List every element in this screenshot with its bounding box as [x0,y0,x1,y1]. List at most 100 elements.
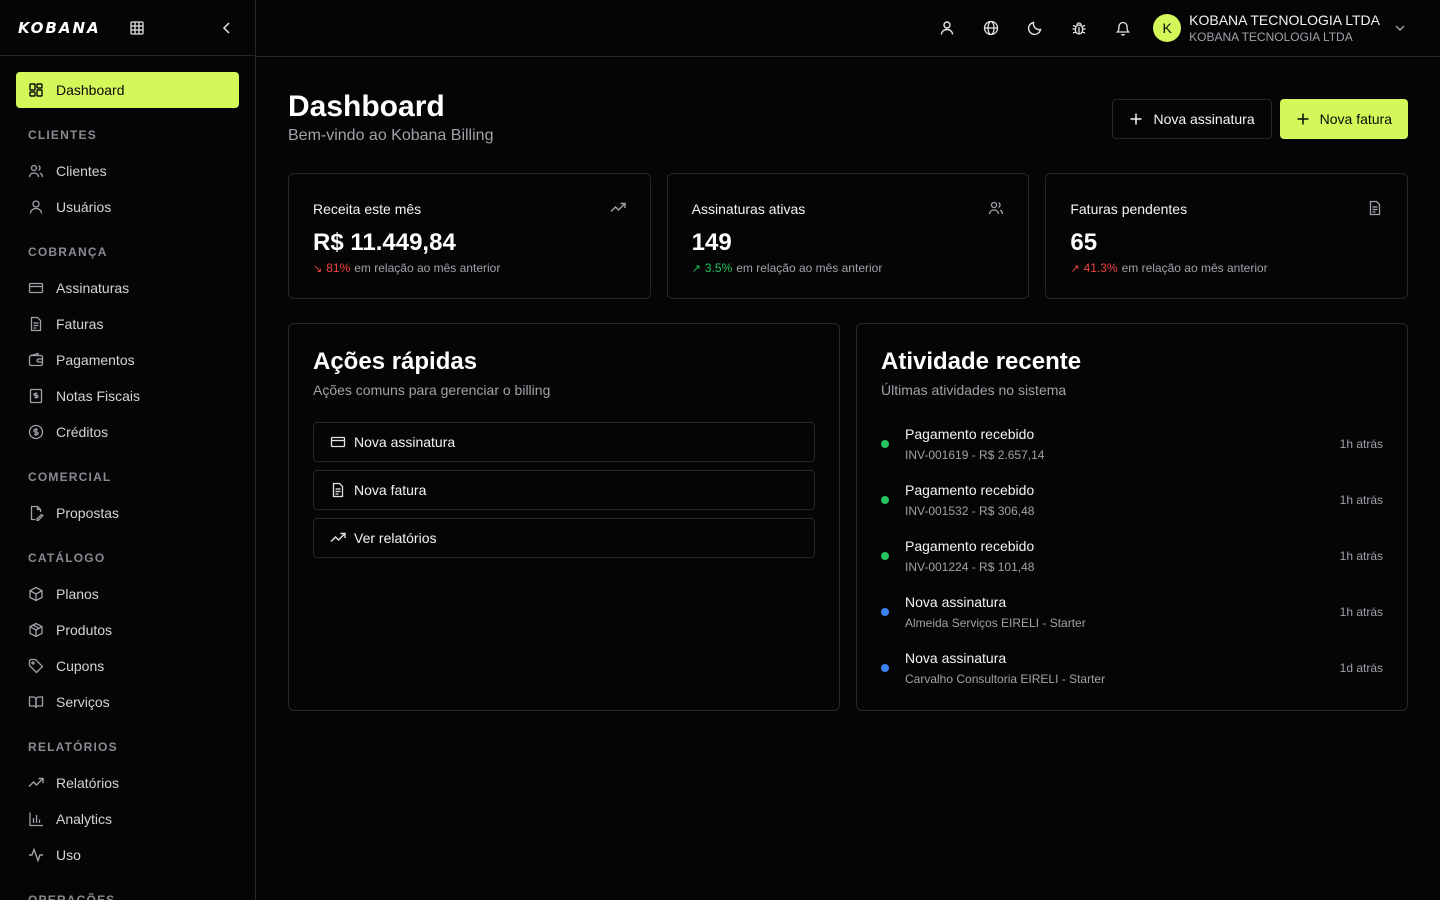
stats-cards: Receita este mês R$ 11.449,84 ↘ 81% em r… [288,173,1409,299]
activity-list: Pagamento recebido INV-001619 - R$ 2.657… [881,426,1383,706]
sidebar-section-comercial: COMERCIAL Propostas [16,467,239,531]
sidebar-item-faturas[interactable]: Faturas [16,306,239,342]
activity-time: 1h atrás [1339,605,1383,619]
account-switcher[interactable]: K KOBANA TECNOLOGIA LTDA KOBANA TECNOLOG… [1153,12,1408,45]
stat-card-pending-invoices: Faturas pendentes 65 ↗ 41.3% em relação … [1045,173,1409,299]
sidebar-item-produtos[interactable]: Produtos [16,612,239,648]
sidebar-item-usuarios[interactable]: Usuários [16,189,239,225]
activity-item[interactable]: Nova assinatura Almeida Serviços EIRELI … [881,594,1383,650]
activity-item[interactable]: Nova assinatura Carvalho Consultoria EIR… [881,650,1383,706]
stat-value: 65 [1070,229,1098,256]
quick-action-view-reports[interactable]: Ver relatórios [313,518,815,558]
stat-percent: 3.5% [704,261,733,275]
activity-icon [28,847,44,863]
credit-card-icon [330,434,346,450]
file-icon [28,316,44,332]
sidebar-item-servicos[interactable]: Serviços [16,684,239,720]
activity-title: Pagamento recebido [905,482,1035,498]
box-icon [28,622,44,638]
new-invoice-button[interactable]: Nova fatura [1279,99,1408,139]
header-actions: Nova assinatura Nova fatura [1112,99,1408,139]
bug-icon[interactable] [1063,12,1095,44]
sidebar-item-label: Planos [56,586,99,602]
sidebar-section-operacoes: OPERAÇÕES [16,890,239,900]
panel-title: Atividade recente [881,348,1082,375]
section-label: CLIENTES [28,128,97,142]
sidebar-item-pagamentos[interactable]: Pagamentos [16,342,239,378]
activity-text: Nova assinatura Carvalho Consultoria EIR… [905,650,1105,686]
activity-time: 1d atrás [1339,661,1383,675]
activity-item[interactable]: Pagamento recebido INV-001619 - R$ 2.657… [881,426,1383,482]
activity-detail: Carvalho Consultoria EIRELI - Starter [905,672,1106,686]
receipt-icon [28,388,44,404]
sidebar-section-cobranca: COBRANÇA Assinaturas Faturas Pagamentos … [16,242,239,450]
sidebar-section-catalogo: CATÁLOGO Planos Produtos Cupons Serviços [16,548,239,720]
package-icon [28,586,44,602]
sidebar-item-cupons[interactable]: Cupons [16,648,239,684]
section-label: RELATÓRIOS [28,740,118,754]
globe-icon[interactable] [975,12,1007,44]
sidebar-item-analytics[interactable]: Analytics [16,801,239,837]
main-content: Dashboard Bem-vindo ao Kobana Billing No… [288,57,1409,711]
arrow-down-right-icon: ↘ [313,262,323,275]
activity-text: Pagamento recebido INV-001224 - R$ 101,4… [905,538,1034,574]
sidebar-item-label: Notas Fiscais [56,388,141,404]
activity-title: Pagamento recebido [905,426,1035,442]
new-subscription-button[interactable]: Nova assinatura [1112,99,1272,139]
top-bar: K KOBANA TECNOLOGIA LTDA KOBANA TECNOLOG… [256,0,1440,57]
account-name: KOBANA TECNOLOGIA LTDA [1189,11,1380,28]
sidebar-item-dashboard[interactable]: Dashboard [16,72,239,108]
collapse-sidebar-icon[interactable] [217,18,237,38]
stat-delta: ↗ 41.3% em relação ao mês anterior [1070,261,1383,275]
activity-detail: INV-001224 - R$ 101,48 [905,560,1035,574]
sidebar-item-propostas[interactable]: Propostas [16,495,239,531]
activity-time: 1h atrás [1339,493,1383,507]
sidebar-item-label: Produtos [56,622,113,638]
quick-action-label: Nova assinatura [354,434,456,450]
activity-title: Pagamento recebido [905,538,1035,554]
moon-icon[interactable] [1019,12,1051,44]
file-signature-icon [28,505,44,521]
file-icon [330,482,346,498]
bell-icon[interactable] [1107,12,1139,44]
sidebar-item-assinaturas[interactable]: Assinaturas [16,270,239,306]
section-label: CATÁLOGO [28,551,106,565]
status-dot [881,664,889,672]
sidebar-item-creditos[interactable]: Créditos [16,414,239,450]
dashboard-icon [28,82,44,98]
sidebar-item-label: Uso [56,847,81,863]
button-label: Nova fatura [1319,111,1392,127]
quick-action-label: Ver relatórios [354,530,437,546]
sidebar-item-label: Assinaturas [56,280,130,296]
kobana-logo[interactable]: KOBANA [18,19,101,37]
apps-grid-icon[interactable] [127,18,147,38]
activity-item[interactable]: Pagamento recebido INV-001224 - R$ 101,4… [881,538,1383,594]
sidebar-item-relatorios[interactable]: Relatórios [16,765,239,801]
quick-action-new-subscription[interactable]: Nova assinatura [313,422,815,462]
sidebar-item-label: Propostas [56,505,120,521]
stat-card-subscriptions: Assinaturas ativas 149 ↗ 3.5% em relação… [666,173,1030,299]
activity-title: Nova assinatura [905,650,1007,666]
activity-detail: INV-001532 - R$ 306,48 [905,504,1035,518]
plus-icon [1296,112,1310,126]
activity-time: 1h atrás [1339,437,1383,451]
activity-item[interactable]: Pagamento recebido INV-001532 - R$ 306,4… [881,482,1383,538]
stat-delta: ↗ 3.5% em relação ao mês anterior [692,261,1005,275]
activity-detail: Almeida Serviços EIRELI - Starter [905,616,1086,630]
section-label: OPERAÇÕES [28,893,116,900]
account-text: KOBANA TECNOLOGIA LTDA KOBANA TECNOLOGIA… [1189,12,1380,45]
panels: Ações rápidas Ações comuns para gerencia… [288,323,1408,711]
sidebar-item-notas-fiscais[interactable]: Notas Fiscais [16,378,239,414]
users-icon [28,163,44,179]
quick-action-new-invoice[interactable]: Nova fatura [313,470,815,510]
trending-up-icon [28,775,44,791]
trending-up-icon [610,200,626,216]
sidebar-item-planos[interactable]: Planos [16,576,239,612]
file-icon [1367,200,1383,216]
activity-text: Nova assinatura Almeida Serviços EIRELI … [905,594,1086,630]
sidebar-item-clientes[interactable]: Clientes [16,153,239,189]
tag-icon [28,658,44,674]
panel-title: Ações rápidas [313,348,478,375]
sidebar-item-uso[interactable]: Uso [16,837,239,873]
user-profile-icon[interactable] [931,12,963,44]
